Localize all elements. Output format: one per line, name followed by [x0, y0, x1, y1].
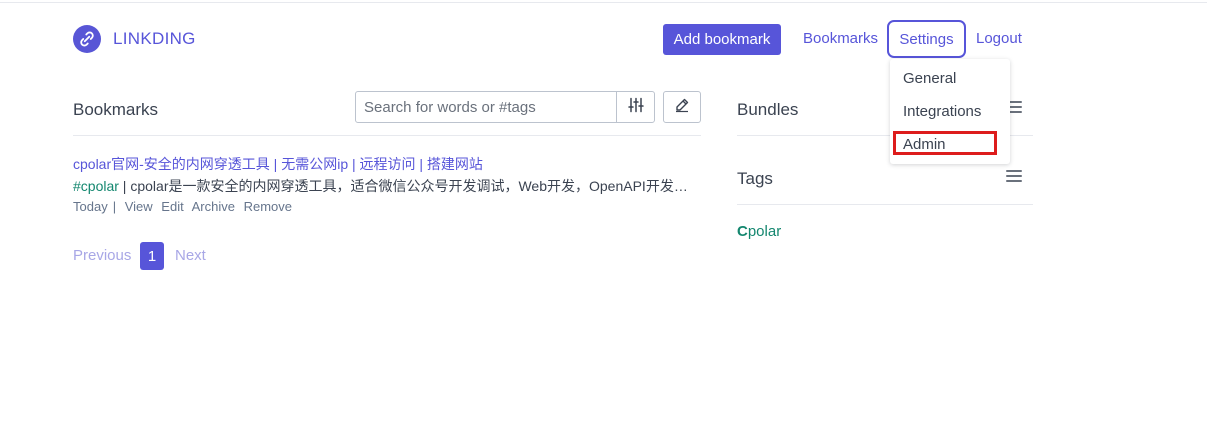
- nav-bookmarks-link[interactable]: Bookmarks: [803, 30, 878, 47]
- tags-heading: Tags: [737, 169, 773, 188]
- nav-logout-link[interactable]: Logout: [976, 30, 1022, 47]
- sliders-icon: [627, 97, 644, 118]
- pagination-previous[interactable]: Previous: [73, 247, 131, 264]
- brand-name[interactable]: LINKDING: [113, 29, 196, 49]
- tag-rest: polar: [747, 223, 782, 240]
- bookmarks-heading: Bookmarks: [73, 100, 159, 119]
- pagination-current-page[interactable]: 1: [140, 242, 164, 270]
- bookmark-description: cpolar是一款安全的内网穿透工具，适合微信公众号开发调试，Web开发，Ope…: [130, 178, 688, 194]
- menu-item-general[interactable]: General: [903, 70, 956, 87]
- edit-action[interactable]: Edit: [161, 199, 183, 214]
- archive-action[interactable]: Archive: [192, 199, 235, 214]
- bookmark-date: Today: [73, 199, 108, 214]
- tags-menu-icon[interactable]: [1006, 170, 1022, 182]
- link-logo-icon[interactable]: [73, 25, 101, 53]
- actions-separator: |: [112, 199, 117, 214]
- pagination-next[interactable]: Next: [175, 247, 206, 264]
- remove-action[interactable]: Remove: [244, 199, 292, 214]
- tag-first-letter: C: [737, 223, 748, 240]
- bookmark-separator: |: [118, 178, 131, 194]
- filter-button[interactable]: [616, 92, 654, 122]
- view-action[interactable]: View: [125, 199, 153, 214]
- bookmark-tag-link[interactable]: #cpolar: [73, 178, 119, 194]
- bundles-heading: Bundles: [737, 100, 799, 119]
- bookmarks-divider: [73, 135, 701, 136]
- add-bookmark-button[interactable]: Add bookmark: [663, 24, 781, 55]
- search-input[interactable]: [356, 92, 616, 122]
- pencil-icon: [674, 97, 690, 118]
- tags-divider: [737, 204, 1033, 205]
- bookmark-title-link[interactable]: cpolar官网-安全的内网穿透工具 | 无需公网ip | 远程访问 | 搭建网…: [73, 154, 483, 174]
- bookmark-actions: Today | View Edit Archive Remove: [73, 199, 297, 214]
- bookmark-description-line: #cpolar | cpolar是一款安全的内网穿透工具，适合微信公众号开发调试…: [73, 176, 701, 196]
- search-group: [355, 91, 655, 123]
- top-border: [0, 2, 1207, 3]
- menu-item-integrations[interactable]: Integrations: [903, 103, 981, 120]
- nav-settings-button[interactable]: Settings: [887, 20, 966, 58]
- bulk-edit-button[interactable]: [663, 91, 701, 123]
- admin-highlight-box: [893, 131, 997, 155]
- tag-cpolar-link[interactable]: Cpolar: [737, 223, 781, 240]
